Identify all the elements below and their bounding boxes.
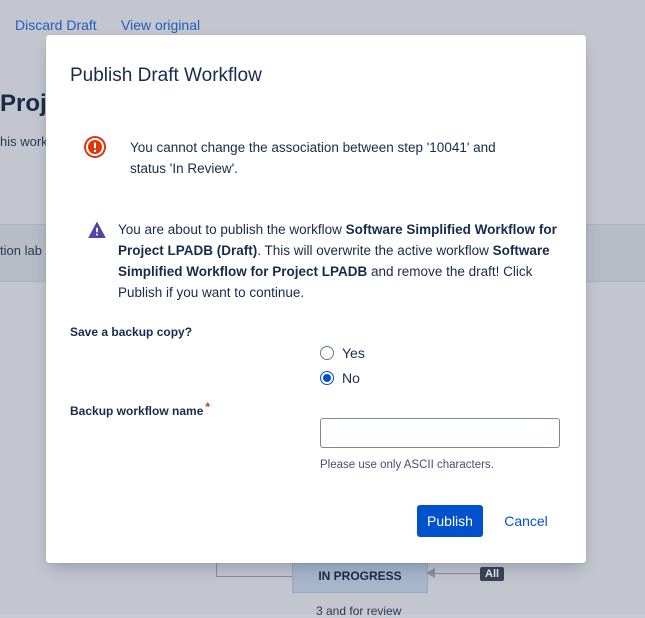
- publish-button[interactable]: Publish: [417, 505, 483, 537]
- radio-yes-label[interactable]: Yes: [342, 345, 365, 361]
- page-subtitle: his work: [0, 134, 48, 149]
- warning-text-1: You are about to publish the workflow: [118, 222, 346, 237]
- workflow-status-in-progress[interactable]: IN PROGRESS: [292, 559, 428, 593]
- transition-label: 3 and for review: [316, 604, 402, 618]
- radio-no[interactable]: [320, 371, 334, 385]
- discard-draft-link[interactable]: Discard Draft: [15, 17, 97, 33]
- radio-no-label[interactable]: No: [342, 370, 360, 386]
- publish-draft-dialog: Publish Draft Workflow You cannot change…: [46, 35, 586, 563]
- backup-name-label-text: Backup workflow name: [70, 404, 204, 418]
- radio-yes[interactable]: [320, 346, 334, 360]
- band-label: tion lab: [0, 243, 42, 258]
- all-transition-badge: All: [480, 567, 505, 581]
- transition-arrow: [426, 568, 480, 578]
- error-circle-icon: [84, 136, 106, 158]
- help-text: Please use only ASCII characters.: [320, 459, 494, 471]
- warning-triangle-icon: [88, 222, 106, 238]
- warning-message: You are about to publish the workflow So…: [118, 219, 568, 303]
- radio-yes-option[interactable]: Yes: [320, 345, 365, 361]
- warning-text-2: . This will overwrite the active workflo…: [257, 243, 493, 258]
- backup-workflow-name-input[interactable]: [320, 418, 560, 448]
- view-original-link[interactable]: View original: [121, 17, 200, 33]
- radio-no-option[interactable]: No: [320, 370, 360, 386]
- required-asterisk: *: [205, 400, 211, 414]
- cancel-button[interactable]: Cancel: [498, 505, 554, 537]
- dialog-title: Publish Draft Workflow: [70, 65, 262, 86]
- error-message: You cannot change the association betwee…: [130, 140, 496, 176]
- backup-copy-label: Save a backup copy?: [70, 325, 193, 339]
- backup-name-label: Backup workflow name *: [70, 400, 210, 418]
